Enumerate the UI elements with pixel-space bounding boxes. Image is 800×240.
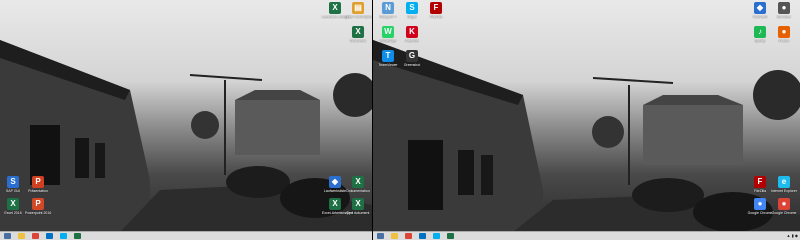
desktop-shortcut[interactable]: P Powerpoint 2016 <box>25 198 51 215</box>
excel-doc-icon: X <box>329 198 341 210</box>
spotify-icon: ♪ <box>754 26 766 38</box>
shortcut-label: WhatsApp <box>379 39 397 43</box>
text-doc-icon: X <box>352 198 364 210</box>
explorer-taskbar-icon[interactable] <box>18 233 25 239</box>
shortcut-label: Firefox <box>778 39 790 43</box>
app-icon-red: P <box>32 176 44 188</box>
desktop-shortcut[interactable]: N Notepad++ <box>375 2 401 19</box>
monitor-right: N Notepad++ S Skype F FileZilla W WhatsApp K Kale… <box>373 0 800 240</box>
shortcut-label: Netzwerk <box>752 15 768 19</box>
chrome-icon-2: ● <box>778 198 790 210</box>
desktop-shortcut[interactable]: ● Google Chrome <box>771 198 797 215</box>
wallpaper-photo <box>0 40 372 232</box>
explorer-taskbar-icon[interactable] <box>391 233 398 239</box>
powerpoint-icon: P <box>32 198 44 210</box>
start-button[interactable] <box>4 233 11 239</box>
desktop-wallpaper-2 <box>373 0 800 232</box>
user-icon: ● <box>778 2 790 14</box>
taskbar-left <box>0 231 372 240</box>
filezilla-icon-2: F <box>754 176 766 188</box>
excel-taskbar-icon[interactable] <box>74 233 81 239</box>
desktop-shortcut[interactable]: ● Firefox <box>771 26 797 43</box>
desktop-wallpaper <box>0 0 372 232</box>
shortcut-label: Internet Explorer <box>771 189 797 193</box>
excel-taskbar-icon[interactable] <box>447 233 454 239</box>
desktop-shortcut[interactable]: ▤ Teilen Verknüpfung <box>345 2 372 19</box>
shortcut-label: Greenshot <box>403 63 421 67</box>
excel-2016-icon: X <box>7 198 19 210</box>
shortcut-label: Dokument <box>350 39 366 43</box>
shortcut-label: Spotify <box>754 39 766 43</box>
word-icon: X <box>352 176 364 188</box>
chrome-icon: ● <box>754 198 766 210</box>
desktop-shortcut[interactable]: X Dokumentation <box>345 176 371 193</box>
shortcut-label: Kalender <box>404 39 419 43</box>
shortcut-label: Google Chrome <box>747 211 773 215</box>
filezilla-icon: F <box>430 2 442 14</box>
outlook-taskbar-icon[interactable] <box>419 233 426 239</box>
taskbar-right: ▲ ▮ ◆ <box>373 231 800 240</box>
chrome-taskbar-icon[interactable] <box>405 233 412 239</box>
kalender-icon: K <box>406 26 418 38</box>
greenshot-icon: G <box>406 50 418 62</box>
excel-icon-2: X <box>352 26 364 38</box>
desktop-shortcut[interactable]: S Skype <box>399 2 425 19</box>
desktop-shortcut[interactable]: T TeamViewer <box>375 50 401 67</box>
desktop-shortcut[interactable]: ● Benutzer <box>771 2 797 19</box>
shortcut-label: Excel 2016 <box>4 211 22 215</box>
shortcut-label: Benutzer <box>776 15 791 19</box>
desktop-shortcut[interactable]: ◆ Netzwerk <box>747 2 773 19</box>
shortcut-label: TeamViewer <box>378 63 398 67</box>
folder-icon: ▤ <box>352 2 364 14</box>
shortcut-label: Dokumentation <box>346 189 370 193</box>
monitor-left: X Leerstelle anlegen ▤ Teilen Verknüpfung X D… <box>0 0 372 240</box>
shortcut-label: Präsentation <box>28 189 48 193</box>
desktop-shortcut[interactable]: e Internet Explorer <box>771 176 797 193</box>
desktop-shortcut[interactable]: ● Google Chrome <box>747 198 773 215</box>
ie-icon: e <box>778 176 790 188</box>
desktop-shortcut[interactable]: P Präsentation <box>25 176 51 193</box>
skype-icon: S <box>406 2 418 14</box>
skype-taskbar-icon[interactable] <box>433 233 440 239</box>
desktop-shortcut[interactable]: F FileZilla <box>423 2 449 19</box>
skype-taskbar-icon[interactable] <box>60 233 67 239</box>
desktop-shortcut[interactable]: W WhatsApp <box>375 26 401 43</box>
start-button[interactable] <box>377 233 384 239</box>
desktop-shortcut[interactable]: X Excel 2016 <box>0 198 26 215</box>
shortcut-label: Powerpoint 2016 <box>25 211 52 215</box>
shortcut-label: FileZilla <box>429 15 443 19</box>
outlook-taskbar-icon[interactable] <box>46 233 53 239</box>
app-icon-blue: S <box>7 176 19 188</box>
system-tray[interactable]: ▲ ▮ ◆ <box>787 233 798 239</box>
shortcut-label: Teilen Verknüpfung <box>345 15 372 19</box>
desktop-shortcut[interactable]: G Greenshot <box>399 50 425 67</box>
desktop-shortcut[interactable]: F FileZilla <box>747 176 773 193</box>
desktop-shortcut[interactable]: X Text dokument <box>345 198 371 215</box>
excel-icon: X <box>329 2 341 14</box>
shortcut-label: Google Chrome <box>771 211 797 215</box>
shortcut-label: Notepad++ <box>379 15 397 19</box>
chrome-taskbar-icon[interactable] <box>32 233 39 239</box>
shortcut-label: SAP GUI <box>5 189 21 193</box>
shortcut-label: FileZilla <box>753 189 767 193</box>
teamviewer-icon: T <box>382 50 394 62</box>
network-icon: ◆ <box>754 2 766 14</box>
shortcut-label: Skype <box>407 15 417 19</box>
desktop-shortcut[interactable]: S SAP GUI <box>0 176 26 193</box>
desktop-shortcut[interactable]: ♪ Spotify <box>747 26 773 43</box>
shortcut-label: Text dokument <box>346 211 370 215</box>
desktop-shortcut[interactable]: X Dokument <box>345 26 371 43</box>
firefox-icon: ● <box>778 26 790 38</box>
notepad-icon: N <box>382 2 394 14</box>
wallpaper-photo-2 <box>373 40 800 232</box>
whatsapp-icon: W <box>382 26 394 38</box>
drive-icon: ◆ <box>329 176 341 188</box>
desktop-shortcut[interactable]: K Kalender <box>399 26 425 43</box>
